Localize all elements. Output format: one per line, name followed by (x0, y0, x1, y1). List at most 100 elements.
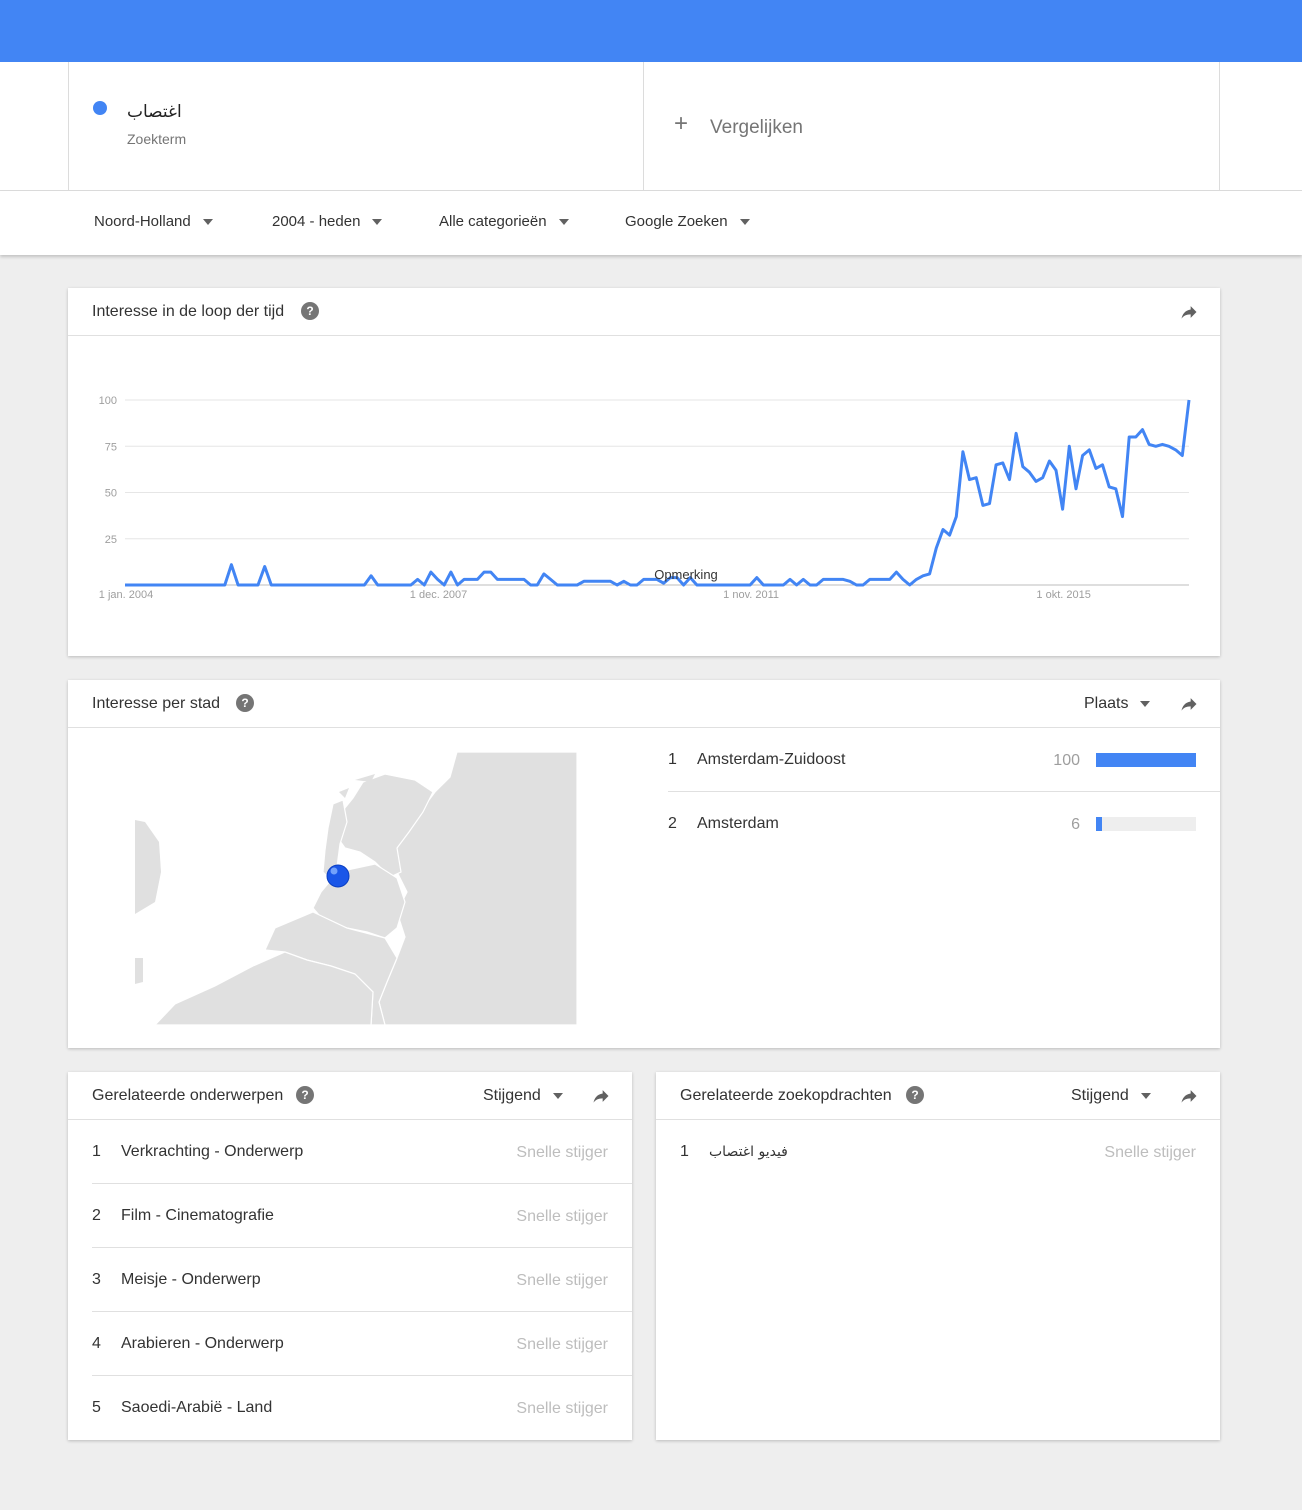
list-item[interactable]: 3 Meisje - Onderwerp Snelle stijger (92, 1248, 632, 1312)
y-tick-label: 50 (105, 488, 117, 500)
item-name: Verkrachting - Onderwerp (121, 1143, 304, 1160)
region-filter[interactable]: Noord-Holland (94, 213, 213, 230)
caret-down-icon (372, 218, 383, 225)
help-icon[interactable]: ? (906, 1086, 924, 1104)
city-value: 6 (1071, 816, 1080, 833)
item-name: Film - Cinematografie (121, 1207, 274, 1224)
item-rank: 2 (92, 1207, 101, 1224)
list-item[interactable]: 4 Arabieren - Onderwerp Snelle stijger (92, 1312, 632, 1376)
item-rank: 5 (92, 1399, 101, 1416)
x-tick-label: 1 dec. 2007 (410, 589, 468, 601)
search-term-type: Zoekterm (127, 131, 187, 147)
property-filter-label: Google Zoeken (625, 213, 728, 230)
trend-type-label: Stijgend (1071, 1087, 1129, 1104)
filter-bar: Noord-Holland 2004 - heden Alle categori… (0, 191, 1302, 255)
chart-note-label[interactable]: Opmerking (654, 567, 718, 582)
item-status: Snelle stijger (516, 1272, 608, 1289)
period-filter-label: 2004 - heden (272, 213, 361, 230)
card-header: Gerelateerde zoekopdrachten ? Stijgend (656, 1072, 1220, 1120)
card-header: Gerelateerde onderwerpen ? Stijgend (68, 1072, 632, 1120)
y-tick-label: 75 (105, 441, 117, 453)
caret-down-icon (202, 218, 213, 225)
caret-down-icon (552, 1093, 563, 1099)
location-type-label: Plaats (1084, 695, 1129, 712)
category-filter[interactable]: Alle categorieën (439, 213, 569, 230)
trend-type-label: Stijgend (483, 1087, 541, 1104)
region-filter-label: Noord-Holland (94, 213, 191, 230)
share-icon[interactable] (1178, 1086, 1200, 1106)
search-term-row: اغتصاب Zoekterm + Vergelijken (0, 62, 1302, 191)
compare-label: Vergelijken (710, 117, 803, 138)
location-type-dropdown[interactable]: Plaats (1084, 695, 1151, 713)
category-filter-label: Alle categorieën (439, 213, 547, 230)
related-queries-card: Gerelateerde zoekopdrachten ? Stijgend 1… (656, 1072, 1220, 1440)
city-value: 100 (1053, 752, 1080, 769)
related-topics-card: Gerelateerde onderwerpen ? Stijgend 1 Ve… (68, 1072, 632, 1440)
list-item[interactable]: 1 فيديو اغتصاب Snelle stijger (680, 1120, 1220, 1184)
period-filter[interactable]: 2004 - heden (272, 213, 383, 230)
share-icon[interactable] (1178, 694, 1200, 714)
x-tick-label: 1 nov. 2011 (723, 589, 779, 601)
card-header: Interesse per stad ? Plaats (68, 680, 1220, 728)
item-rank: 1 (680, 1143, 689, 1160)
y-tick-label: 25 (105, 534, 117, 546)
marker-highlight (330, 867, 338, 875)
item-rank: 3 (92, 1271, 101, 1288)
city-name: Amsterdam (697, 815, 779, 832)
help-icon[interactable]: ? (236, 694, 254, 712)
y-tick-label: 100 (99, 395, 117, 407)
item-status: Snelle stijger (516, 1336, 608, 1353)
caret-down-icon (1140, 1093, 1151, 1099)
card-title: Interesse per stad (92, 695, 221, 712)
item-rank: 4 (92, 1335, 101, 1352)
map-region (135, 958, 143, 984)
list-item[interactable]: 1 Verkrachting - Onderwerp Snelle stijge… (92, 1120, 632, 1184)
item-status: Snelle stijger (516, 1144, 608, 1161)
interest-by-city-card: Interesse per stad ? Plaats 1 Amsterdam-… (68, 680, 1220, 1048)
city-rank: 2 (668, 815, 677, 832)
interest-line-chart: 25 50 75 100 1 jan. 2004 1 dec. 2007 1 nov. 2… (99, 395, 1191, 601)
city-row[interactable]: 2 Amsterdam 6 (668, 792, 1220, 856)
property-filter[interactable]: Google Zoeken (625, 213, 750, 230)
city-bar (1096, 753, 1196, 767)
item-name: فيديو اغتصاب (709, 1144, 788, 1160)
share-icon[interactable] (590, 1086, 612, 1106)
card-title: Gerelateerde onderwerpen (92, 1087, 284, 1104)
interest-over-time-card: Interesse in de loop der tijd ? 25 50 75 10… (68, 288, 1220, 656)
search-term-card[interactable]: اغتصاب Zoekterm (68, 62, 644, 191)
city-bar-fill (1096, 753, 1196, 767)
item-status: Snelle stijger (516, 1208, 608, 1225)
item-name: Meisje - Onderwerp (121, 1271, 261, 1288)
term-color-dot (93, 101, 107, 115)
card-header: Interesse in de loop der tijd ? (68, 288, 1220, 336)
item-status: Snelle stijger (516, 1400, 608, 1417)
city-bar-fill (1096, 817, 1102, 831)
item-name: Arabieren - Onderwerp (121, 1335, 284, 1352)
app-header-bar (0, 0, 1302, 62)
x-tick-label: 1 okt. 2015 (1036, 589, 1090, 601)
city-bar (1096, 817, 1196, 831)
list-item[interactable]: 2 Film - Cinematografie Snelle stijger (92, 1184, 632, 1248)
city-marker-amsterdam-zuidoost[interactable] (326, 864, 350, 888)
x-tick-label: 1 jan. 2004 (99, 589, 153, 601)
help-icon[interactable]: ? (301, 302, 319, 320)
plus-icon: + (674, 110, 689, 137)
caret-down-icon (739, 218, 750, 225)
card-title: Gerelateerde zoekopdrachten (680, 1087, 892, 1104)
search-term-name: اغتصاب (127, 102, 182, 122)
list-item[interactable]: 5 Saoedi-Arabië - Land Snelle stijger (92, 1376, 632, 1440)
compare-button[interactable]: + Vergelijken (644, 62, 1220, 191)
share-icon[interactable] (1178, 302, 1200, 322)
caret-down-icon (558, 218, 569, 225)
city-row[interactable]: 1 Amsterdam-Zuidoost 100 (668, 728, 1220, 792)
item-name: Saoedi-Arabië - Land (121, 1399, 273, 1416)
city-name: Amsterdam-Zuidoost (697, 751, 846, 768)
help-icon[interactable]: ? (296, 1086, 314, 1104)
city-rank: 1 (668, 751, 677, 768)
caret-down-icon (1140, 701, 1151, 707)
trend-type-dropdown[interactable]: Stijgend (483, 1087, 563, 1105)
item-status: Snelle stijger (1104, 1144, 1196, 1161)
trend-type-dropdown[interactable]: Stijgend (1071, 1087, 1151, 1105)
netherlands-map[interactable] (135, 752, 577, 1025)
item-rank: 1 (92, 1143, 101, 1160)
